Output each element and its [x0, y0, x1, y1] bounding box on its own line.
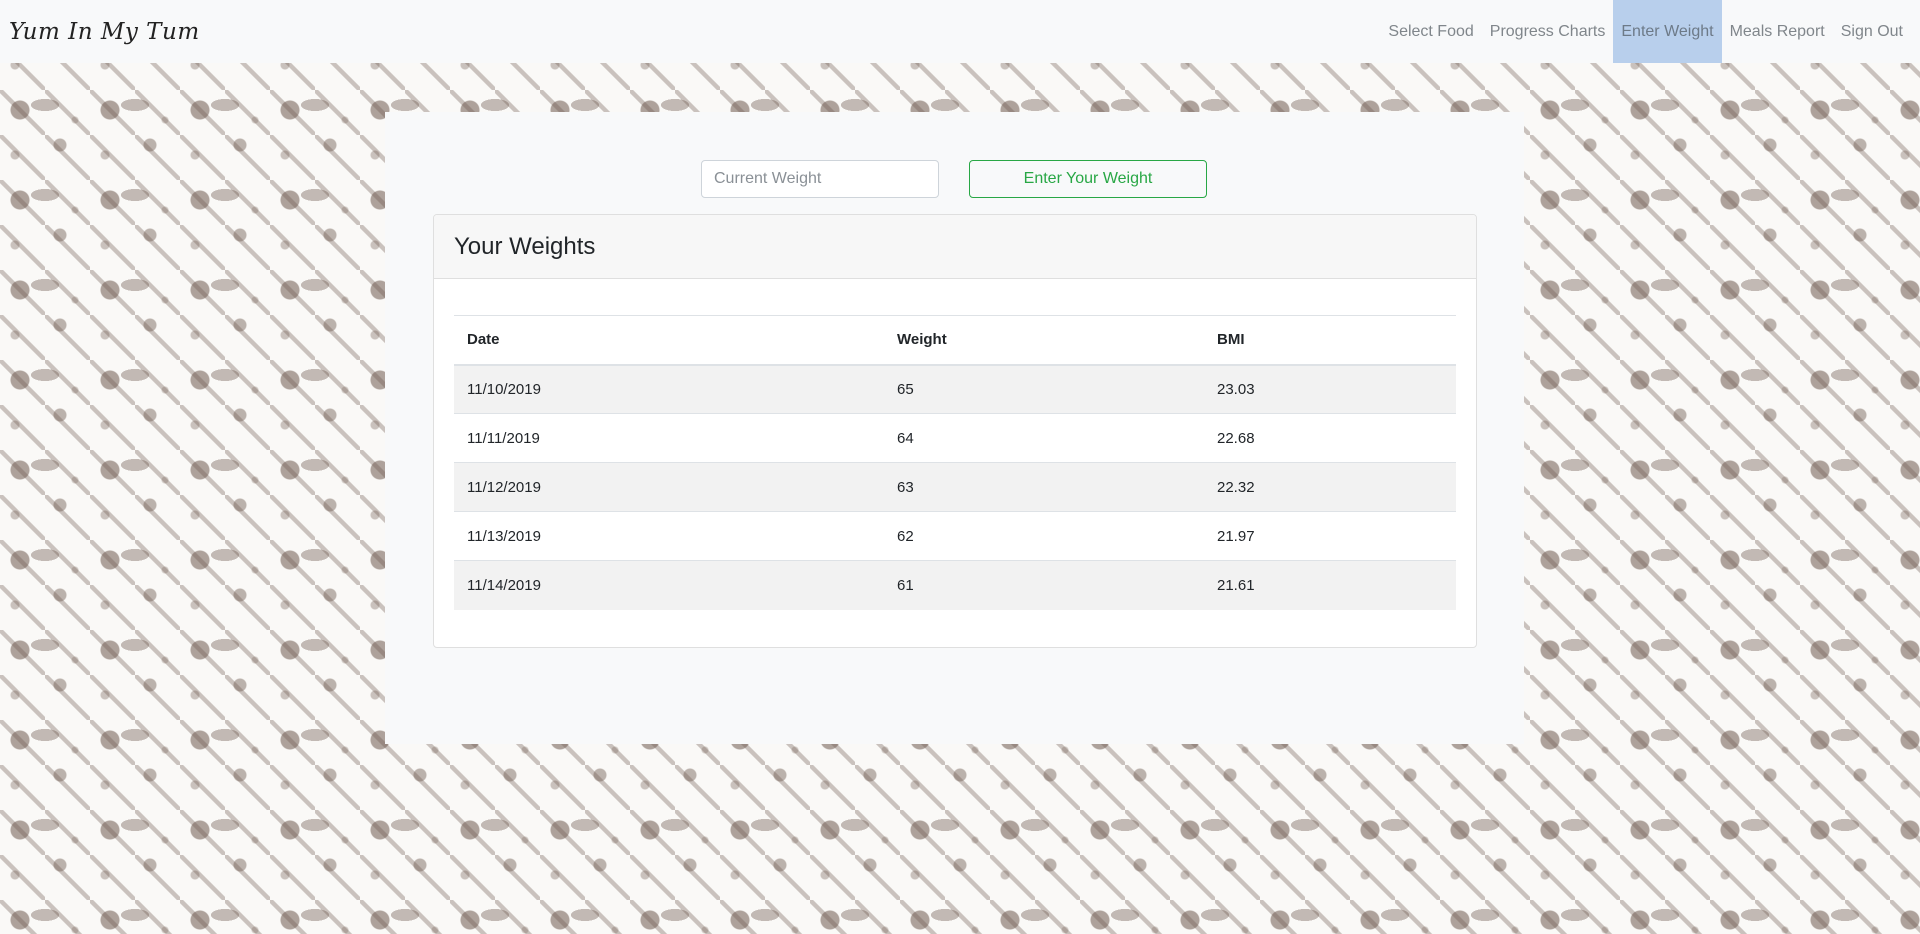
table-row: 11/13/2019 62 21.97	[454, 512, 1456, 561]
weights-table-body: 11/10/2019 65 23.03 11/11/2019 64 22.68 …	[454, 364, 1456, 610]
navbar: Yum In My Tum Select Food Progress Chart…	[0, 0, 1920, 63]
table-row: 11/11/2019 64 22.68	[454, 414, 1456, 463]
weights-card-header: Your Weights	[434, 215, 1476, 279]
nav-link-enter-weight[interactable]: Enter Weight	[1613, 0, 1722, 63]
cell-weight: 61	[897, 576, 914, 594]
brand-logo[interactable]: Yum In My Tum	[9, 19, 200, 45]
nav-link-progress-charts[interactable]: Progress Charts	[1482, 0, 1614, 63]
nav-link-sign-out[interactable]: Sign Out	[1833, 0, 1911, 63]
cell-weight: 65	[897, 380, 914, 398]
weights-card-title: Your Weights	[454, 232, 596, 260]
cell-date: 11/13/2019	[467, 527, 541, 545]
cell-weight: 64	[897, 429, 914, 447]
cell-bmi: 21.61	[1217, 576, 1255, 594]
cell-bmi: 22.32	[1217, 478, 1255, 496]
table-row: 11/10/2019 65 23.03	[454, 364, 1456, 414]
table-header-row: Date Weight BMI	[454, 315, 1456, 365]
table-row: 11/14/2019 61 21.61	[454, 560, 1456, 610]
enter-weight-button[interactable]: Enter Your Weight	[969, 160, 1207, 198]
cell-bmi: 22.68	[1217, 429, 1255, 447]
main-container: Enter Your Weight Your Weights Date Weig…	[385, 112, 1524, 744]
cell-date: 11/14/2019	[467, 576, 541, 594]
weights-card-body: Date Weight BMI 11/10/2019 65 23.03 11/1…	[434, 279, 1476, 610]
table-row: 11/12/2019 63 22.32	[454, 462, 1456, 512]
weight-form: Enter Your Weight	[385, 160, 1524, 198]
cell-date: 11/11/2019	[467, 429, 540, 447]
nav-link-select-food[interactable]: Select Food	[1380, 0, 1481, 63]
cell-bmi: 21.97	[1217, 527, 1255, 545]
cell-weight: 63	[897, 478, 914, 496]
column-header-bmi: BMI	[1217, 331, 1245, 349]
current-weight-input[interactable]	[701, 160, 939, 198]
weights-table: Date Weight BMI 11/10/2019 65 23.03 11/1…	[454, 315, 1456, 610]
column-header-weight: Weight	[897, 331, 947, 349]
cell-weight: 62	[897, 527, 914, 545]
weights-table-head: Date Weight BMI	[454, 315, 1456, 365]
cell-bmi: 23.03	[1217, 380, 1255, 398]
nav-links: Select Food Progress Charts Enter Weight…	[1380, 0, 1911, 63]
cell-date: 11/12/2019	[467, 478, 541, 496]
weights-card: Your Weights Date Weight BMI 11/10/2019 …	[433, 214, 1477, 648]
cell-date: 11/10/2019	[467, 380, 541, 398]
nav-link-meals-report[interactable]: Meals Report	[1722, 0, 1833, 63]
column-header-date: Date	[467, 331, 500, 349]
